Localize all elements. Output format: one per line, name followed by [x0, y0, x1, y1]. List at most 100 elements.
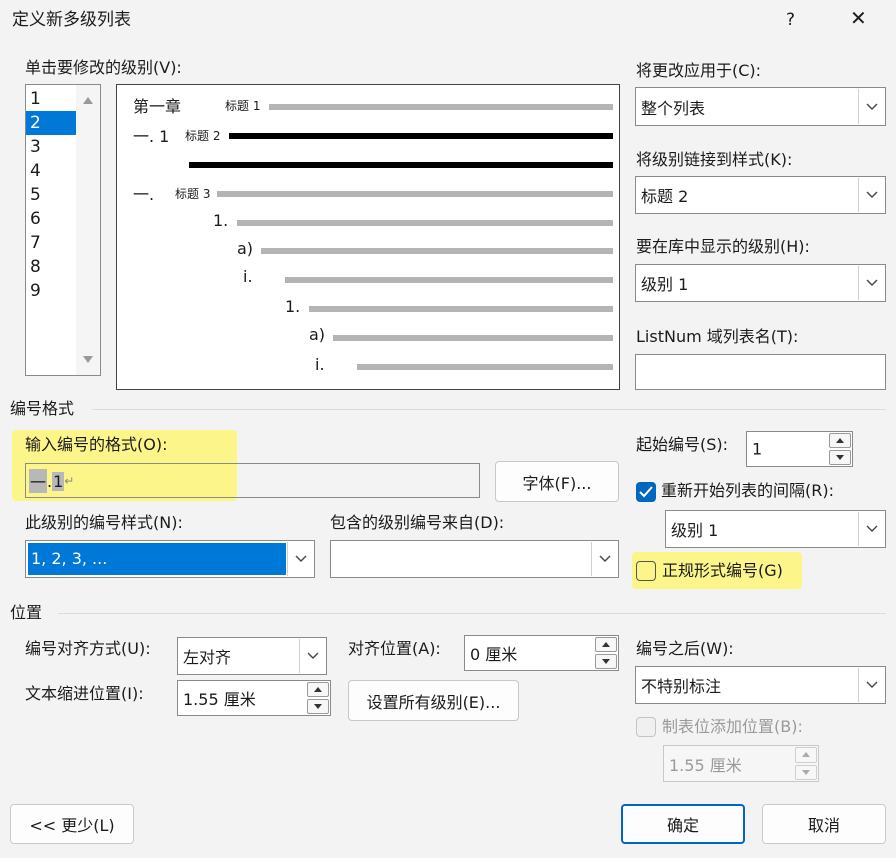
preview-level6-number: i.	[243, 267, 253, 286]
preview-level8-number: a)	[309, 325, 326, 344]
checkmark-icon	[639, 486, 653, 498]
level-list-scrollbar[interactable]	[76, 85, 100, 375]
start-at-value: 1	[752, 439, 763, 459]
preview-level1-number: 第一章	[133, 97, 182, 116]
spin-up-icon[interactable]	[595, 637, 617, 652]
start-at-spinner[interactable]: 1	[746, 431, 853, 467]
scroll-up-icon[interactable]	[83, 97, 93, 104]
indent-label: 文本缩进位置(I):	[25, 684, 144, 703]
paragraph-mark-icon: ↵	[64, 474, 75, 488]
tab-stop-checkbox[interactable]	[636, 717, 656, 737]
chevron-down-icon[interactable]	[858, 266, 884, 300]
chevron-down-icon[interactable]	[287, 542, 313, 576]
level-item[interactable]: 4	[26, 159, 76, 183]
scroll-down-icon[interactable]	[83, 356, 93, 363]
level-list-label: 单击要修改的级别(V):	[25, 58, 182, 77]
help-button[interactable]: ?	[786, 10, 795, 30]
level-item[interactable]: 6	[26, 207, 76, 231]
follow-number-select[interactable]: 不特别标注	[635, 666, 886, 704]
link-style-select[interactable]: 标题 2	[635, 176, 886, 214]
tab-stop-spinner[interactable]: 1.55 厘米	[663, 745, 819, 782]
start-at-label: 起始编号(S):	[636, 435, 729, 454]
align-select[interactable]: 左对齐	[177, 637, 327, 675]
restart-label: 重新开始列表的间隔(R):	[661, 481, 834, 500]
level-item[interactable]: 5	[26, 183, 76, 207]
format-input-label: 输入编号的格式(O):	[25, 435, 168, 454]
follow-number-label: 编号之后(W):	[636, 639, 734, 658]
chevron-down-icon[interactable]	[858, 178, 884, 212]
restart-checkbox[interactable]	[636, 482, 656, 502]
spin-down-icon[interactable]	[595, 654, 617, 669]
preview-level1-style: 标题 1	[225, 99, 261, 113]
link-style-value: 标题 2	[641, 187, 689, 206]
level-list[interactable]: 123456789	[25, 84, 101, 376]
close-icon[interactable]: ✕	[850, 8, 867, 28]
spin-down-icon[interactable]	[795, 764, 817, 780]
ok-button[interactable]: 确定	[621, 804, 745, 844]
less-button[interactable]: << 更少(L)	[10, 804, 134, 844]
aligned-at-label: 对齐位置(A):	[348, 639, 441, 658]
format-chinese-number: 一	[29, 469, 48, 493]
number-style-label: 此级别的编号样式(N):	[25, 513, 183, 532]
preview-level3-number: 一.	[133, 185, 155, 204]
preview-level9-number: i.	[315, 355, 325, 374]
indent-value: 1.55 厘米	[183, 690, 256, 709]
aligned-at-value: 0 厘米	[470, 645, 518, 664]
chevron-down-icon[interactable]	[858, 668, 884, 702]
gallery-level-label: 要在库中显示的级别(H):	[636, 237, 810, 256]
restart-level-value: 级别 1	[671, 521, 719, 540]
preview-pane: 第一章 标题 1 一. 1 标题 2 一. 标题 3 1. a) i. 1. a…	[116, 84, 620, 390]
level-item[interactable]: 7	[26, 231, 76, 255]
apply-to-value: 整个列表	[641, 98, 706, 118]
aligned-at-spinner[interactable]: 0 厘米	[464, 635, 619, 671]
preview-level7-number: 1.	[285, 297, 301, 316]
set-all-levels-button[interactable]: 设置所有级别(E)...	[348, 680, 519, 721]
level-item[interactable]: 2	[26, 111, 76, 135]
preview-level3-style: 标题 3	[175, 187, 211, 201]
preview-level2-style: 标题 2	[185, 129, 221, 143]
number-style-value: 1, 2, 3, ...	[28, 543, 286, 575]
level-item[interactable]: 3	[26, 135, 76, 159]
number-style-select[interactable]: 1, 2, 3, ...	[25, 540, 315, 578]
listnum-label: ListNum 域列表名(T):	[636, 327, 799, 346]
font-button[interactable]: 字体(F)...	[495, 461, 619, 502]
follow-number-value: 不特别标注	[641, 677, 722, 696]
chevron-down-icon[interactable]	[858, 512, 884, 546]
legal-checkbox[interactable]	[636, 561, 656, 581]
position-section: 位置	[10, 603, 43, 622]
chevron-down-icon[interactable]	[858, 89, 884, 124]
spin-up-icon[interactable]	[795, 747, 817, 763]
indent-spinner[interactable]: 1.55 厘米	[177, 680, 331, 716]
tab-stop-value: 1.55 厘米	[669, 755, 742, 775]
gallery-level-value: 级别 1	[641, 275, 689, 294]
restart-level-select[interactable]: 级别 1	[665, 510, 886, 548]
align-value: 左对齐	[183, 648, 232, 667]
preview-level5-number: a)	[237, 239, 254, 258]
dialog-title: 定义新多级列表	[12, 10, 131, 30]
spin-up-icon[interactable]	[307, 682, 329, 697]
include-level-select[interactable]	[330, 540, 619, 578]
preview-level2-number: 一. 1	[133, 127, 170, 146]
number-format-input[interactable]: 一. 1 ↵	[25, 463, 480, 498]
listnum-input[interactable]	[635, 354, 886, 390]
level-item[interactable]: 9	[26, 279, 76, 303]
apply-to-select[interactable]: 整个列表	[635, 87, 886, 126]
level-item[interactable]: 1	[26, 87, 76, 111]
spin-down-icon[interactable]	[829, 450, 851, 465]
spin-up-icon[interactable]	[829, 433, 851, 448]
spin-down-icon[interactable]	[307, 699, 329, 714]
level-item[interactable]: 8	[26, 255, 76, 279]
preview-level4-number: 1.	[213, 211, 229, 230]
include-level-label: 包含的级别编号来自(D):	[330, 513, 505, 532]
chevron-down-icon[interactable]	[591, 542, 617, 576]
chevron-down-icon[interactable]	[299, 639, 325, 673]
gallery-level-select[interactable]: 级别 1	[635, 264, 886, 302]
tab-stop-label: 制表位添加位置(B):	[662, 717, 803, 736]
cancel-button[interactable]: 取消	[762, 804, 886, 844]
legal-label: 正规形式编号(G)	[662, 561, 783, 580]
link-style-label: 将级别链接到样式(K):	[636, 150, 793, 169]
format-arabic-number: 1	[52, 471, 65, 491]
align-label: 编号对齐方式(U):	[25, 639, 151, 658]
number-format-section: 编号格式	[10, 399, 75, 418]
apply-to-label: 将更改应用于(C):	[636, 61, 762, 80]
